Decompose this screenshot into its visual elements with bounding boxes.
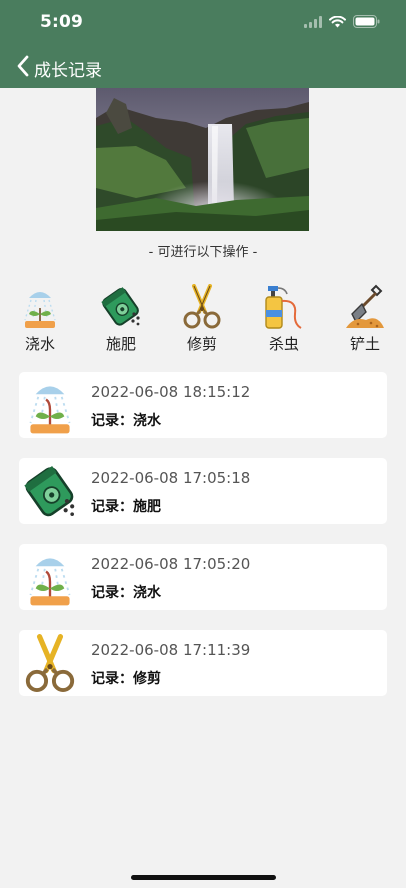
waterfall-image xyxy=(96,88,309,231)
record-time: 2022-06-08 18:15:12 xyxy=(91,383,251,401)
record-time: 2022-06-08 17:05:18 xyxy=(91,469,251,487)
action-label: 修剪 xyxy=(186,335,217,353)
record-text: 记录：施肥 xyxy=(91,499,161,515)
watering-icon xyxy=(29,386,71,434)
status-bar: 5:09 xyxy=(0,0,406,44)
record-card[interactable]: 2022-06-08 17:05:20 记录：浇水 xyxy=(19,544,387,610)
record-card[interactable]: 2022-06-08 17:11:39 记录：修剪 xyxy=(19,630,387,696)
actions-subtitle: - 可进行以下操作 - xyxy=(148,245,258,260)
record-card[interactable]: 2022-06-08 18:15:12 记录：浇水 xyxy=(19,372,387,438)
chevron-left-icon xyxy=(17,55,29,77)
action-pest-control[interactable]: 杀虫 xyxy=(254,284,314,354)
header: 5:09 成长记录 xyxy=(0,0,406,88)
status-time: 5:09 xyxy=(40,12,84,32)
action-row: 浇水 施肥 修剪 杀虫 铲土 xyxy=(0,284,406,354)
battery-icon xyxy=(353,15,380,28)
action-label: 浇水 xyxy=(24,335,55,353)
action-shovel[interactable]: 铲土 xyxy=(335,284,395,354)
wifi-icon xyxy=(329,15,346,27)
plant-photo[interactable] xyxy=(96,88,309,231)
record-time: 2022-06-08 17:05:20 xyxy=(91,555,251,573)
action-label: 铲土 xyxy=(349,335,380,353)
record-card[interactable]: 2022-06-08 17:05:18 记录：施肥 xyxy=(19,458,387,524)
scissors-icon xyxy=(25,634,75,693)
record-text: 记录：浇水 xyxy=(91,413,161,429)
spray-icon xyxy=(265,286,302,329)
watering-icon xyxy=(29,558,71,606)
home-indicator[interactable] xyxy=(131,875,276,880)
signal-icon xyxy=(304,15,322,28)
action-pruning[interactable]: 修剪 xyxy=(172,284,232,354)
nav-bar: 成长记录 xyxy=(0,44,406,88)
action-label: 杀虫 xyxy=(268,335,299,353)
fertilizer-icon xyxy=(101,287,140,326)
watering-icon xyxy=(24,292,56,328)
record-text: 记录：浇水 xyxy=(91,585,161,601)
action-fertilizer[interactable]: 施肥 xyxy=(91,284,151,354)
fertilizer-icon xyxy=(24,466,75,517)
page-title: 成长记录 xyxy=(34,61,102,81)
record-time: 2022-06-08 17:11:39 xyxy=(91,641,251,659)
scissors-icon xyxy=(183,284,221,329)
action-label: 施肥 xyxy=(105,335,136,353)
record-text: 记录：修剪 xyxy=(91,671,161,687)
status-icons xyxy=(304,15,380,28)
growth-record-screen: 5:09 成长记录 - 可进行以下操作 - 浇水 施肥 修剪 杀虫 铲土 202… xyxy=(0,0,406,888)
shovel-icon xyxy=(346,284,384,328)
action-watering[interactable]: 浇水 xyxy=(10,284,70,354)
